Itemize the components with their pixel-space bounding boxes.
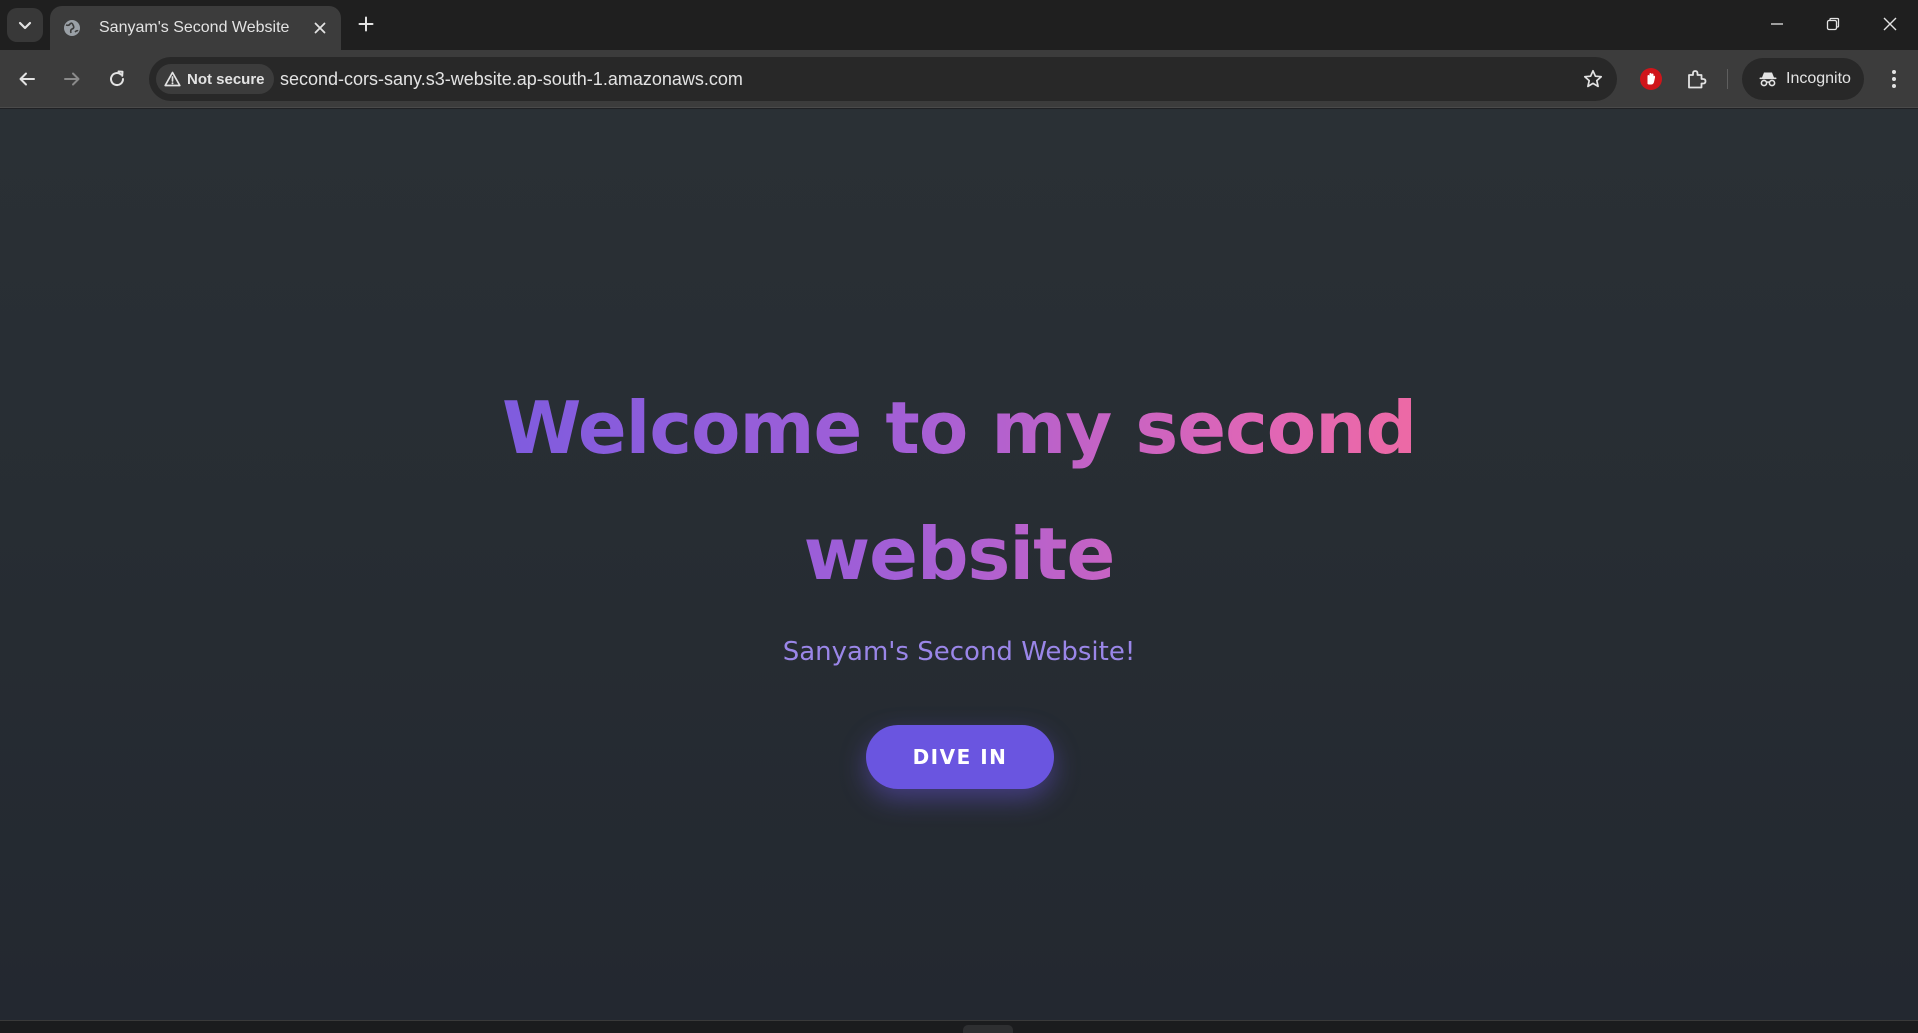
browser-menu-button[interactable] xyxy=(1877,62,1911,96)
hero-section: Welcome to my second website Sanyam's Se… xyxy=(0,109,1918,1020)
arrow-left-icon xyxy=(19,72,35,86)
globe-icon xyxy=(62,18,82,38)
url-text[interactable]: second-cors-sany.s3-website.ap-south-1.a… xyxy=(280,69,743,90)
extension-button-1[interactable] xyxy=(1636,64,1666,94)
incognito-icon xyxy=(1759,72,1777,87)
security-indicator[interactable]: Not secure xyxy=(156,64,274,94)
bottom-handle[interactable] xyxy=(963,1025,1013,1033)
security-label: Not secure xyxy=(187,70,265,88)
toolbar-divider xyxy=(1727,69,1728,89)
stop-hand-icon xyxy=(1640,68,1662,90)
back-button[interactable] xyxy=(10,62,44,96)
minimize-button[interactable] xyxy=(1755,6,1799,42)
close-window-button[interactable] xyxy=(1868,6,1912,42)
chevron-down-icon xyxy=(18,21,32,30)
minimize-icon xyxy=(1771,23,1783,25)
restore-button[interactable] xyxy=(1811,6,1855,42)
profile-button[interactable]: Incognito xyxy=(1742,58,1864,100)
plus-icon xyxy=(358,16,374,32)
page-viewport: Welcome to my second website Sanyam's Se… xyxy=(0,109,1918,1020)
kebab-menu-icon xyxy=(1892,70,1896,88)
close-icon xyxy=(314,22,326,34)
puzzle-icon xyxy=(1688,70,1707,89)
star-icon xyxy=(1583,69,1603,88)
close-icon xyxy=(1883,17,1897,31)
restore-icon xyxy=(1826,17,1840,31)
bookmark-button[interactable] xyxy=(1581,67,1605,91)
forward-button[interactable] xyxy=(55,62,89,96)
tab-strip: Sanyam's Second Website xyxy=(0,0,1918,50)
extensions-button[interactable] xyxy=(1682,64,1712,94)
bottom-bar xyxy=(0,1020,1918,1033)
hero-title: Welcome to my second website xyxy=(459,365,1459,617)
reload-button[interactable] xyxy=(100,62,134,96)
dive-in-button[interactable]: DIVE IN xyxy=(866,725,1054,789)
browser-toolbar: Not secure second-cors-sany.s3-website.a… xyxy=(0,50,1918,108)
address-bar[interactable]: Not secure second-cors-sany.s3-website.a… xyxy=(149,57,1617,101)
arrow-right-icon xyxy=(64,72,80,86)
hero-subtitle: Sanyam's Second Website! xyxy=(782,637,1136,667)
tab-search-button[interactable] xyxy=(7,8,43,42)
reload-icon xyxy=(110,70,125,87)
tab-active[interactable]: Sanyam's Second Website xyxy=(50,6,341,50)
tab-title: Sanyam's Second Website xyxy=(99,19,290,36)
profile-label: Incognito xyxy=(1786,70,1851,87)
tab-close-button[interactable] xyxy=(309,17,331,39)
warning-icon xyxy=(164,71,181,87)
new-tab-button[interactable] xyxy=(352,10,380,38)
